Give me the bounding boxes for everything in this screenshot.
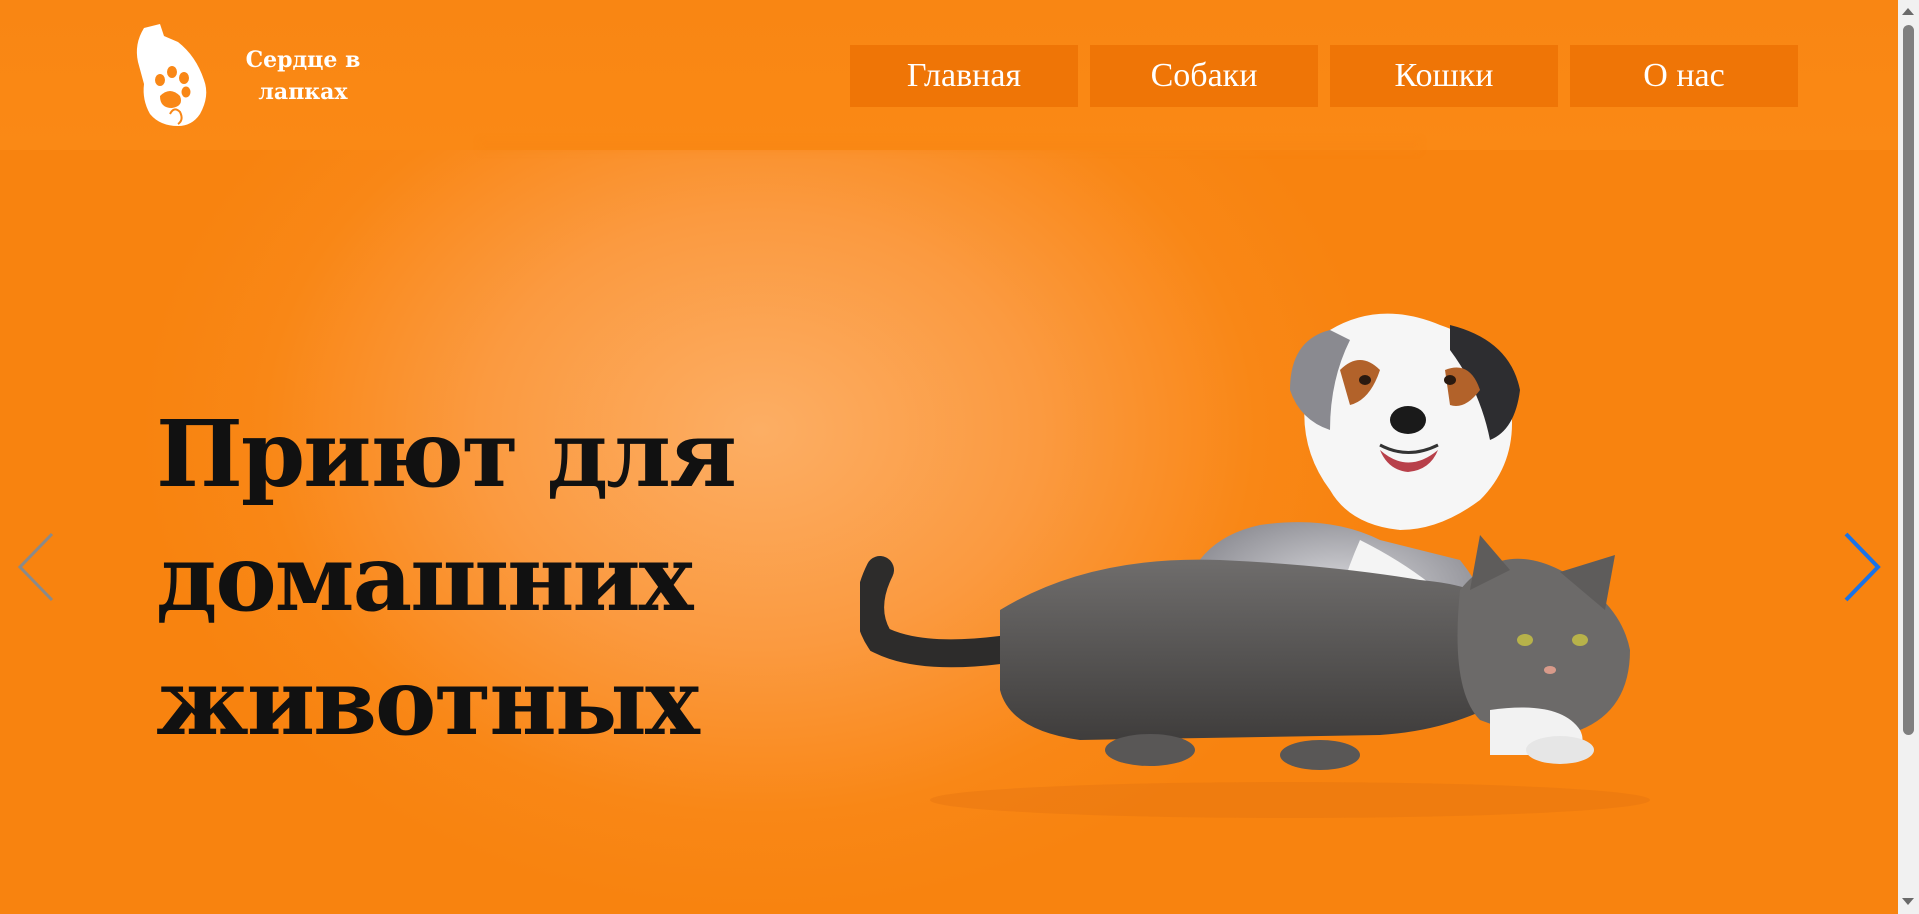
scrollbar-thumb[interactable] [1903, 25, 1914, 735]
hero-title-line-3: животных [156, 648, 700, 756]
brand-name-line-1: Сердце в [245, 47, 361, 73]
scroll-down-icon[interactable] [1902, 898, 1914, 905]
main-nav: Главная Собаки Кошки О нас [850, 45, 1798, 107]
hero-title: Приют для домашних животных [156, 392, 756, 764]
nav-item-dogs[interactable]: Собаки [1090, 45, 1318, 107]
scroll-up-icon[interactable] [1902, 8, 1914, 15]
slider-prev-button[interactable] [14, 530, 60, 604]
header-shadow [480, 140, 1420, 154]
nav-item-home[interactable]: Главная [850, 45, 1078, 107]
hero-title-line-2: домашних [156, 524, 694, 632]
brand-name-line-2: лапках [258, 79, 348, 105]
chevron-right-icon [1844, 532, 1881, 602]
slider-next-button[interactable] [1838, 530, 1884, 604]
nav-item-cats[interactable]: Кошки [1330, 45, 1558, 107]
page: Сердце в лапках Главная Собаки Кошки О н… [0, 0, 1898, 914]
page-scrollbar[interactable] [1898, 0, 1919, 914]
dog-and-cat-illustration [856, 310, 1720, 830]
hand-paw-logo-icon[interactable] [130, 22, 210, 130]
site-header: Сердце в лапках Главная Собаки Кошки О н… [0, 0, 1898, 150]
chevron-left-icon [17, 532, 54, 602]
brand-name[interactable]: Сердце в лапках [240, 44, 366, 108]
nav-item-about[interactable]: О нас [1570, 45, 1798, 107]
hero-title-line-1: Приют для [156, 400, 737, 508]
